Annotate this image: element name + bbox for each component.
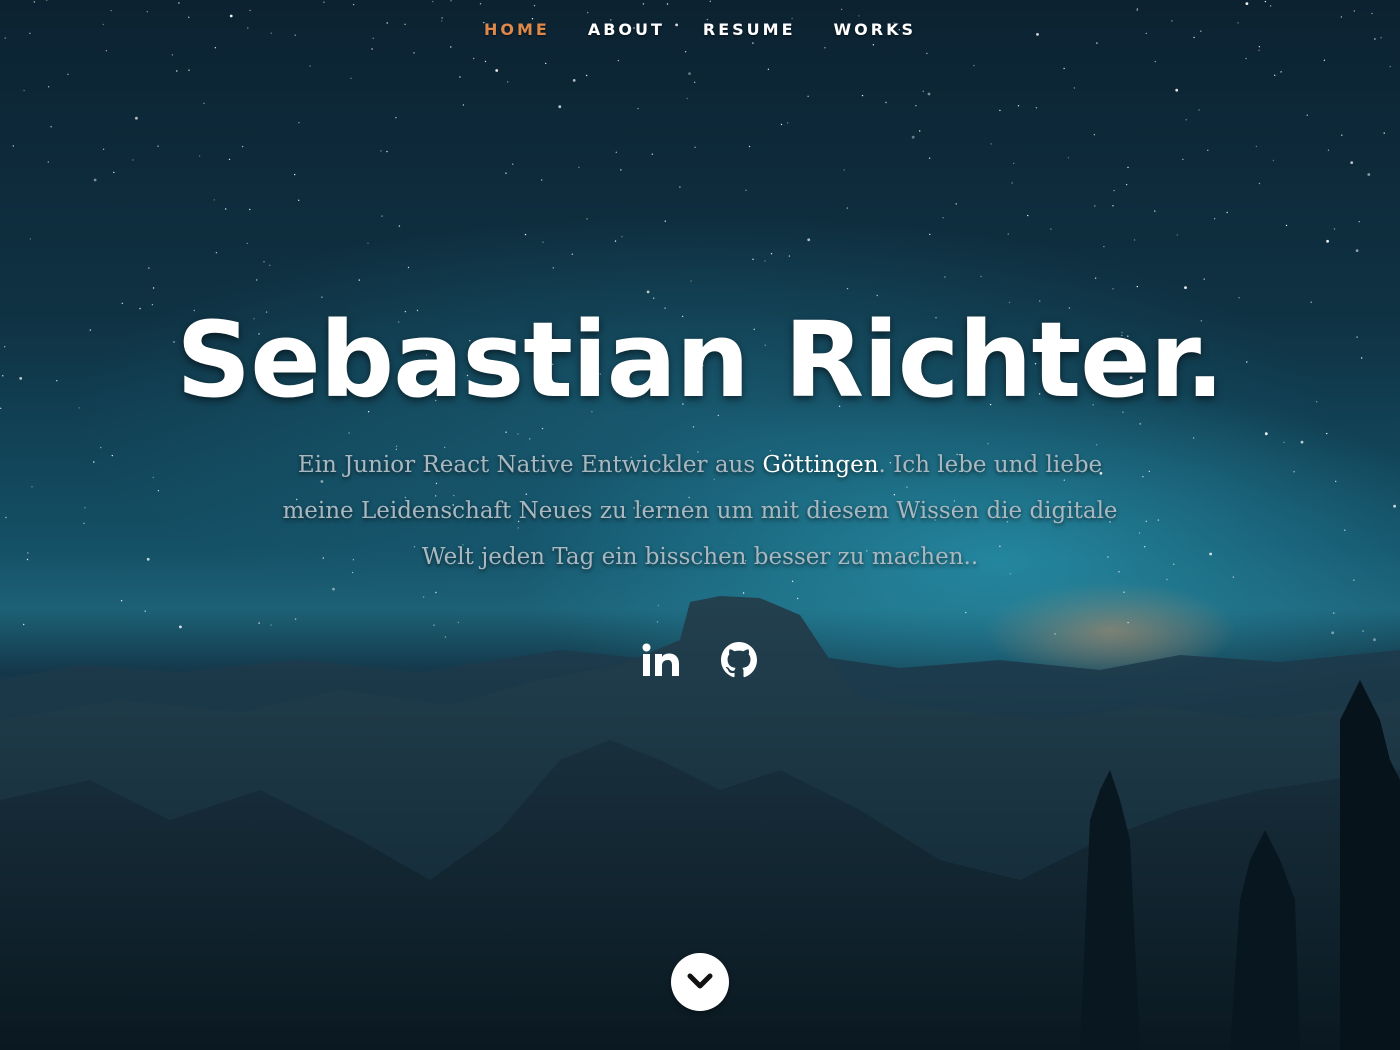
intro-text-start: Ein Junior React Native Entwickler aus [297, 452, 763, 478]
github-link[interactable] [720, 638, 758, 682]
nav-item-works[interactable]: WORKS [834, 20, 917, 39]
scroll-down-button[interactable] [671, 953, 729, 1011]
linkedin-link[interactable] [642, 638, 680, 682]
hero-intro-text: Ein Junior React Native Entwickler aus G… [280, 442, 1120, 580]
linkedin-icon [642, 643, 679, 676]
social-links [0, 638, 1400, 682]
github-icon [721, 642, 757, 678]
nav-item-home[interactable]: HOME [484, 20, 550, 39]
main-nav: HOME ABOUT RESUME WORKS [0, 20, 1400, 39]
hero-section: Sebastian Richter. Ein Junior React Nati… [0, 300, 1400, 580]
nav-item-about[interactable]: ABOUT [588, 20, 665, 39]
hero-title: Sebastian Richter. [176, 299, 1224, 421]
intro-location: Göttingen [762, 452, 879, 478]
chevron-down-icon [687, 973, 713, 989]
nav-item-resume[interactable]: RESUME [703, 20, 796, 39]
